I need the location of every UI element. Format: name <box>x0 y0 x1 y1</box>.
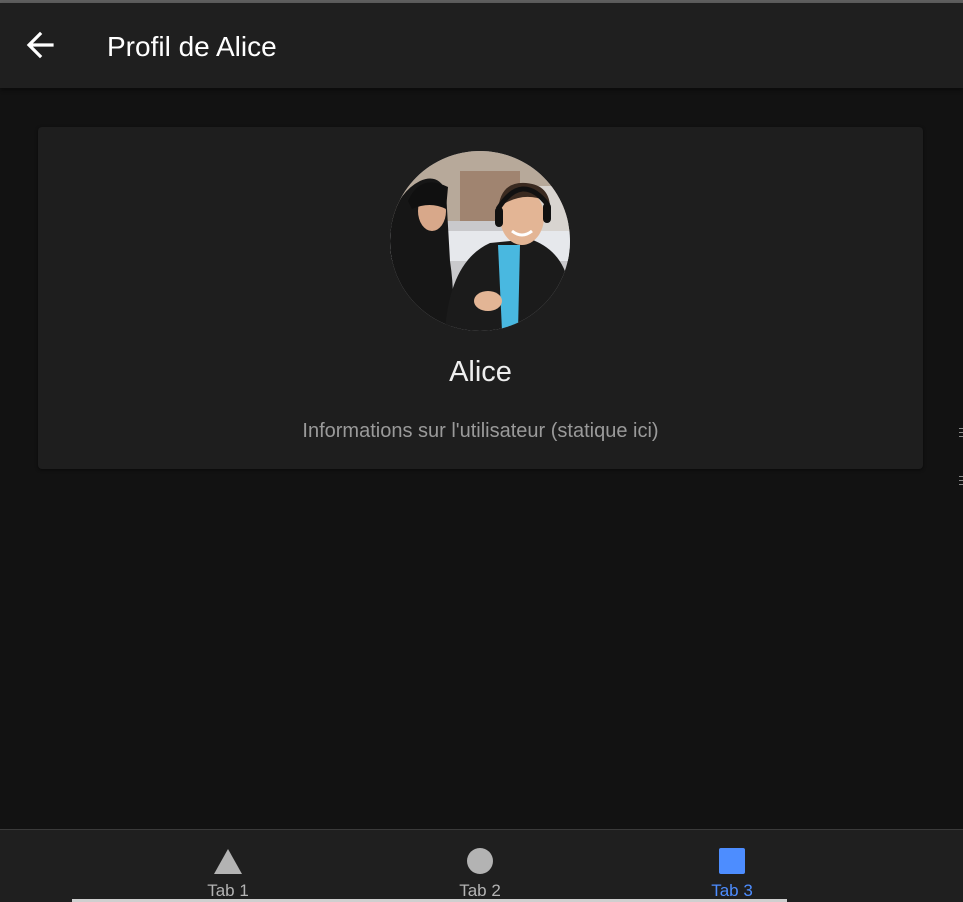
user-info-text: Informations sur l'utilisateur (statique… <box>302 420 659 442</box>
triangle-icon <box>213 846 243 876</box>
app-header: Profil de Alice <box>0 3 963 88</box>
avatar-photo <box>390 151 570 331</box>
edge-scroll-marker <box>959 474 963 489</box>
edge-scroll-marker <box>959 426 963 441</box>
back-button[interactable] <box>18 25 62 69</box>
page-title: Profil de Alice <box>107 31 277 62</box>
bottom-tab-bar: Tab 1 Tab 2 Tab 3 <box>0 829 963 902</box>
user-name: Alice <box>449 356 512 388</box>
tab-3[interactable]: Tab 3 <box>606 830 858 902</box>
square-icon <box>717 846 747 876</box>
circle-icon <box>465 846 495 876</box>
profile-card: Alice Informations sur l'utilisateur (st… <box>38 127 923 469</box>
arrow-left-icon <box>25 30 55 65</box>
app-root: Profil de Alice Alice Informations sur l… <box>0 0 963 902</box>
avatar <box>390 151 570 331</box>
tab-2[interactable]: Tab 2 <box>354 830 606 902</box>
tab-1[interactable]: Tab 1 <box>102 830 354 902</box>
